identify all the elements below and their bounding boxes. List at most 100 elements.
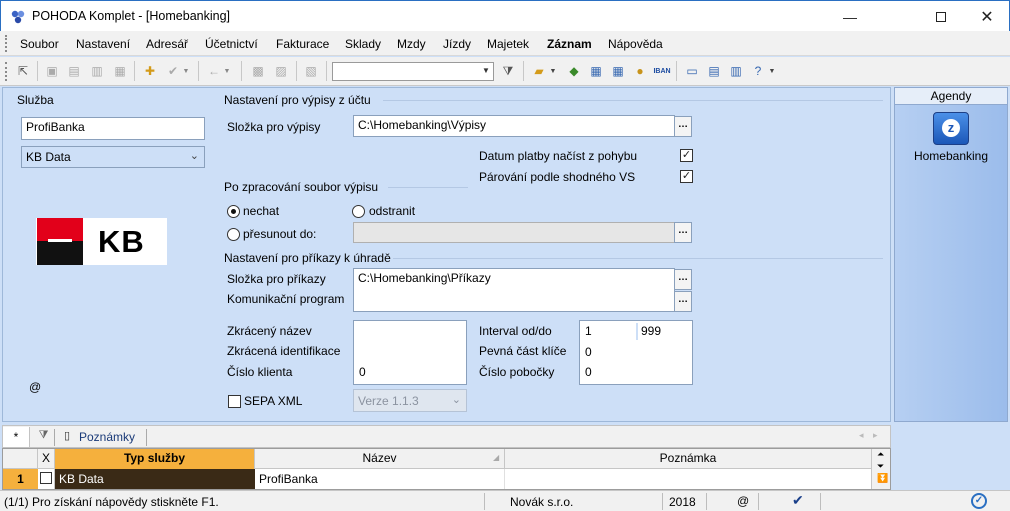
move-radio[interactable]	[227, 228, 240, 241]
folder-dropdown-icon[interactable]: ▼	[548, 62, 558, 80]
move-label: přesunout do:	[243, 227, 317, 241]
help-dropdown-icon[interactable]: ▼	[767, 62, 777, 80]
calendar-icon[interactable]: ▦	[609, 62, 627, 80]
status-ok-icon[interactable]: ✓	[971, 493, 987, 509]
keep-radio[interactable]	[227, 205, 240, 218]
move-folder-browse-button[interactable]: …	[674, 222, 692, 243]
row-name-cell[interactable]: ProfiBanka	[255, 469, 505, 489]
statements-folder-input[interactable]: C:\Homebanking\Výpisy	[353, 115, 675, 137]
sepa-checkbox[interactable]	[228, 395, 241, 408]
save-all-icon[interactable]: ▨	[272, 62, 290, 80]
row-x-cell[interactable]	[38, 469, 55, 489]
orders-folder-value: C:\Homebanking\Příkazy	[358, 271, 491, 285]
menu-grip	[5, 35, 8, 52]
ids-box[interactable]: 0	[353, 320, 467, 385]
row-number[interactable]: 1	[3, 469, 38, 489]
save-icon[interactable]: ▩	[249, 62, 267, 80]
service-type-select[interactable]: KB Data ⌄	[21, 146, 205, 168]
col-header-type[interactable]: Typ služby	[55, 449, 255, 469]
close-icon: ✕	[980, 8, 994, 26]
statements-folder-browse-button[interactable]: …	[674, 116, 692, 137]
status-check-icon[interactable]: ✔	[792, 492, 804, 509]
document-icon[interactable]: ▤	[705, 62, 723, 80]
comm-program-browse-button[interactable]: …	[674, 291, 692, 312]
minimize-button[interactable]: —	[827, 1, 873, 32]
iban-icon[interactable]: IBAN	[653, 62, 671, 80]
maximize-button[interactable]	[918, 1, 964, 32]
menu-majetek[interactable]: Majetek	[487, 37, 529, 51]
menu-soubor[interactable]: Soubor	[20, 37, 59, 51]
print-preview-icon[interactable]: ▤	[65, 62, 83, 80]
pair-check-label: Párování podle shodného VS	[479, 170, 636, 184]
clipboard-icon[interactable]: ▧	[302, 62, 320, 80]
filter-icon[interactable]: ⧩	[499, 62, 517, 80]
tab-notes[interactable]: ▯ Poznámky	[59, 429, 147, 446]
menu-bar: Soubor Nastavení Adresář Účetnictví Fakt…	[0, 31, 1010, 56]
col-header-name[interactable]: Název	[255, 449, 505, 469]
scroll-left-icon[interactable]: ◂	[859, 430, 864, 441]
scroll-down-icon[interactable]: ⏷	[877, 461, 884, 472]
calculator-icon[interactable]: ▦	[587, 62, 605, 80]
menu-adresar[interactable]: Adresář	[146, 37, 188, 51]
note-icon[interactable]: ▥	[727, 62, 745, 80]
copy-record-icon[interactable]: ▣	[43, 62, 61, 80]
scroll-end-icon[interactable]: ⏬	[877, 473, 888, 484]
preview-icon[interactable]: ▥	[88, 62, 106, 80]
delete-label: odstranit	[369, 204, 416, 218]
interval-divider	[636, 323, 638, 340]
col-header-x[interactable]: X	[38, 449, 55, 469]
toolbar-separator	[296, 61, 297, 81]
kb-logo-text: KB	[98, 224, 145, 259]
folder-icon[interactable]: ▰	[530, 62, 548, 80]
scroll-up-icon[interactable]: ⏶	[877, 449, 884, 460]
orders-folder-label: Složka pro příkazy	[227, 272, 326, 286]
money-icon[interactable]: ◆	[565, 62, 583, 80]
check-dropdown-icon[interactable]: ▼	[181, 62, 191, 80]
filter-combo[interactable]: ▼	[332, 62, 494, 81]
grid-scrollbar[interactable]: ⏶ ⏷ ⏬	[871, 449, 890, 489]
row-checkbox[interactable]	[40, 472, 52, 484]
move-folder-input[interactable]	[353, 222, 675, 243]
menu-nastaveni[interactable]: Nastavení	[76, 37, 130, 51]
scroll-right-icon[interactable]: ▸	[873, 430, 878, 441]
interval-box[interactable]: 1 999 0 0	[579, 320, 693, 385]
orders-folder-input[interactable]: C:\Homebanking\Příkazy	[353, 268, 675, 312]
menu-mzdy[interactable]: Mzdy	[397, 37, 426, 51]
keep-label: nechat	[243, 204, 280, 218]
col-header-note[interactable]: Poznámka	[505, 449, 871, 469]
menu-sklady[interactable]: Sklady	[345, 37, 381, 51]
kb-logo-black	[37, 241, 83, 265]
exit-record-icon[interactable]: ⇱	[14, 62, 32, 80]
chevron-down-icon: ⌄	[189, 150, 199, 162]
menu-jizdy[interactable]: Jízdy	[443, 37, 471, 51]
menu-napoveda[interactable]: Nápověda	[608, 37, 663, 51]
row-note-cell[interactable]	[505, 469, 871, 489]
filter-tab-icon[interactable]: ⧩	[33, 429, 55, 446]
help-icon[interactable]: ?	[749, 62, 767, 80]
service-type-value: KB Data	[26, 150, 71, 164]
message-icon[interactable]: ▭	[683, 62, 701, 80]
menu-zaznam[interactable]: Záznam	[547, 37, 592, 51]
service-name-input[interactable]: ProfiBanka	[21, 117, 205, 140]
coins-icon[interactable]: ●	[631, 62, 649, 80]
status-separator	[820, 493, 821, 510]
menu-ucetnictvi[interactable]: Účetnictví	[205, 37, 258, 51]
back-arrow-icon[interactable]: ←	[205, 62, 223, 80]
row-type-cell[interactable]: KB Data	[55, 469, 255, 489]
new-record-icon[interactable]: ✚	[141, 62, 159, 80]
close-button[interactable]: ✕	[964, 1, 1010, 32]
delete-radio[interactable]	[352, 205, 365, 218]
sepa-version-select[interactable]: Verze 1.1.3 ⌄	[353, 389, 467, 412]
print-icon[interactable]: ▦	[111, 62, 129, 80]
homebanking-icon[interactable]: z	[933, 112, 969, 145]
check-icon[interactable]: ✔	[164, 62, 182, 80]
homebanking-label[interactable]: Homebanking	[895, 149, 1007, 163]
statements-header: Nastavení pro výpisy z účtu	[224, 93, 371, 107]
orders-folder-browse-button[interactable]: …	[674, 269, 692, 290]
tab-star[interactable]: *	[3, 427, 30, 447]
menu-fakturace[interactable]: Fakturace	[276, 37, 329, 51]
back-dropdown-icon[interactable]: ▼	[222, 62, 232, 80]
date-check-checkbox[interactable]: ✓	[680, 149, 693, 162]
group-line	[388, 187, 468, 188]
pair-check-checkbox[interactable]: ✓	[680, 170, 693, 183]
